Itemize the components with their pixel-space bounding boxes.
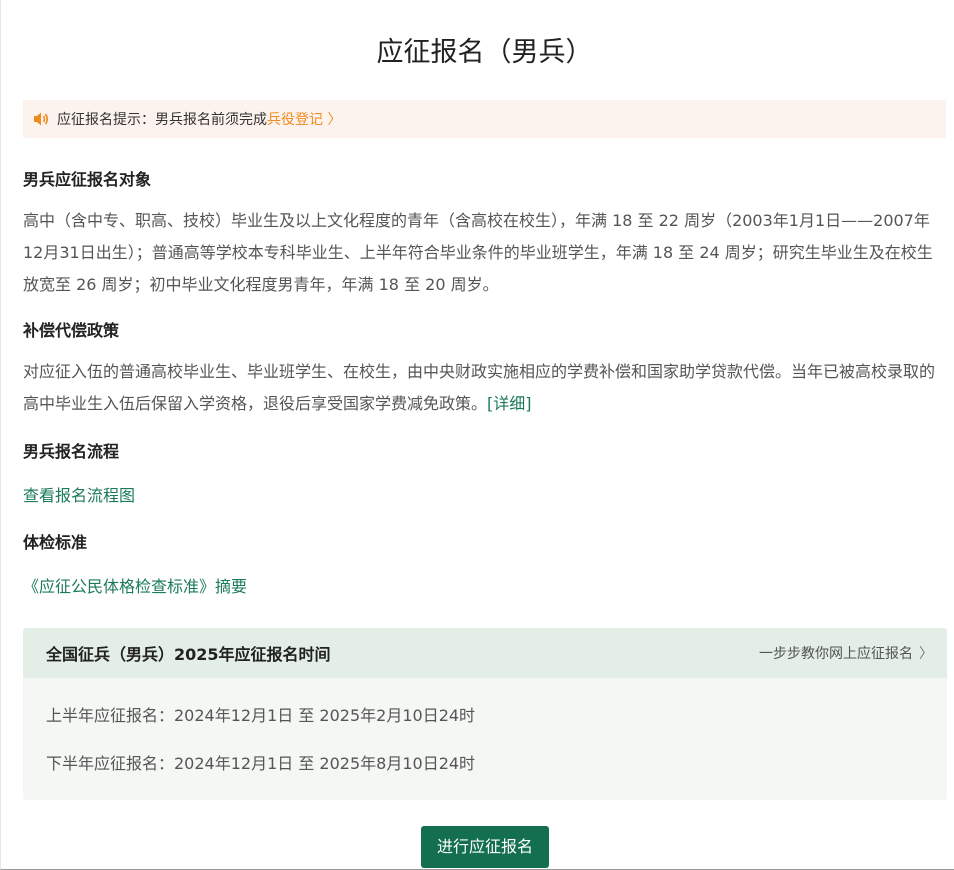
schedule-row-second-half: 下半年应征报名：2024年12月1日 至 2025年8月10日24时 (46, 754, 476, 773)
policy-text: 对应征入伍的普通高校毕业生、毕业班学生、在校生，由中央财政实施相应的学费补偿和国… (23, 362, 936, 413)
section-text-policy: 对应征入伍的普通高校毕业生、毕业班学生、在校生，由中央财政实施相应的学费补偿和国… (23, 356, 946, 420)
action-area: 进行应征报名 (23, 826, 947, 868)
section-title-target: 男兵应征报名对象 (23, 170, 152, 189)
chevron-right-icon: 〉 (327, 112, 342, 128)
schedule-title: 全国征兵（男兵）2025年应征报名时间 (46, 645, 331, 664)
schedule-row-first-half: 上半年应征报名：2024年12月1日 至 2025年2月10日24时 (46, 706, 476, 725)
section-title-physical: 体检标准 (23, 533, 88, 552)
section-title-process: 男兵报名流程 (23, 442, 120, 461)
military-registration-link-label: 兵役登记 (267, 112, 323, 128)
speaker-icon (33, 110, 51, 128)
schedule-body: 上半年应征报名：2024年12月1日 至 2025年2月10日24时 下半年应征… (23, 678, 947, 800)
section-title-policy: 补偿代偿政策 (23, 321, 120, 340)
page-container: 应征报名（男兵） 应征报名提示：男兵报名前须完成 兵役登记 〉 男兵应征报名对象… (0, 0, 954, 870)
page-title: 应征报名（男兵） (376, 37, 593, 68)
section-text-target: 高中（含中专、职高、技校）毕业生及以上文化程度的青年（含高校在校生），年满 18… (23, 211, 933, 294)
chevron-right-icon: 〉 (919, 646, 933, 662)
schedule-panel: 全国征兵（男兵）2025年应征报名时间 一步步教你网上应征报名 〉 上半年应征报… (23, 628, 947, 800)
military-registration-link[interactable]: 兵役登记 〉 (267, 109, 341, 129)
apply-button[interactable]: 进行应征报名 (420, 826, 549, 868)
physical-standard-link[interactable]: 《应征公民体格检查标准》摘要 (23, 577, 946, 597)
policy-detail-link[interactable]: [详细] (487, 394, 532, 413)
notice-bar: 应征报名提示：男兵报名前须完成 兵役登记 〉 (23, 100, 946, 138)
notice-text: 应征报名提示：男兵报名前须完成 (57, 112, 267, 128)
tutorial-link[interactable]: 一步步教你网上应征报名 〉 (759, 643, 933, 663)
schedule-header: 全国征兵（男兵）2025年应征报名时间 一步步教你网上应征报名 〉 (23, 628, 947, 678)
tutorial-link-label: 一步步教你网上应征报名 (759, 646, 913, 662)
process-chart-link[interactable]: 查看报名流程图 (23, 486, 946, 506)
